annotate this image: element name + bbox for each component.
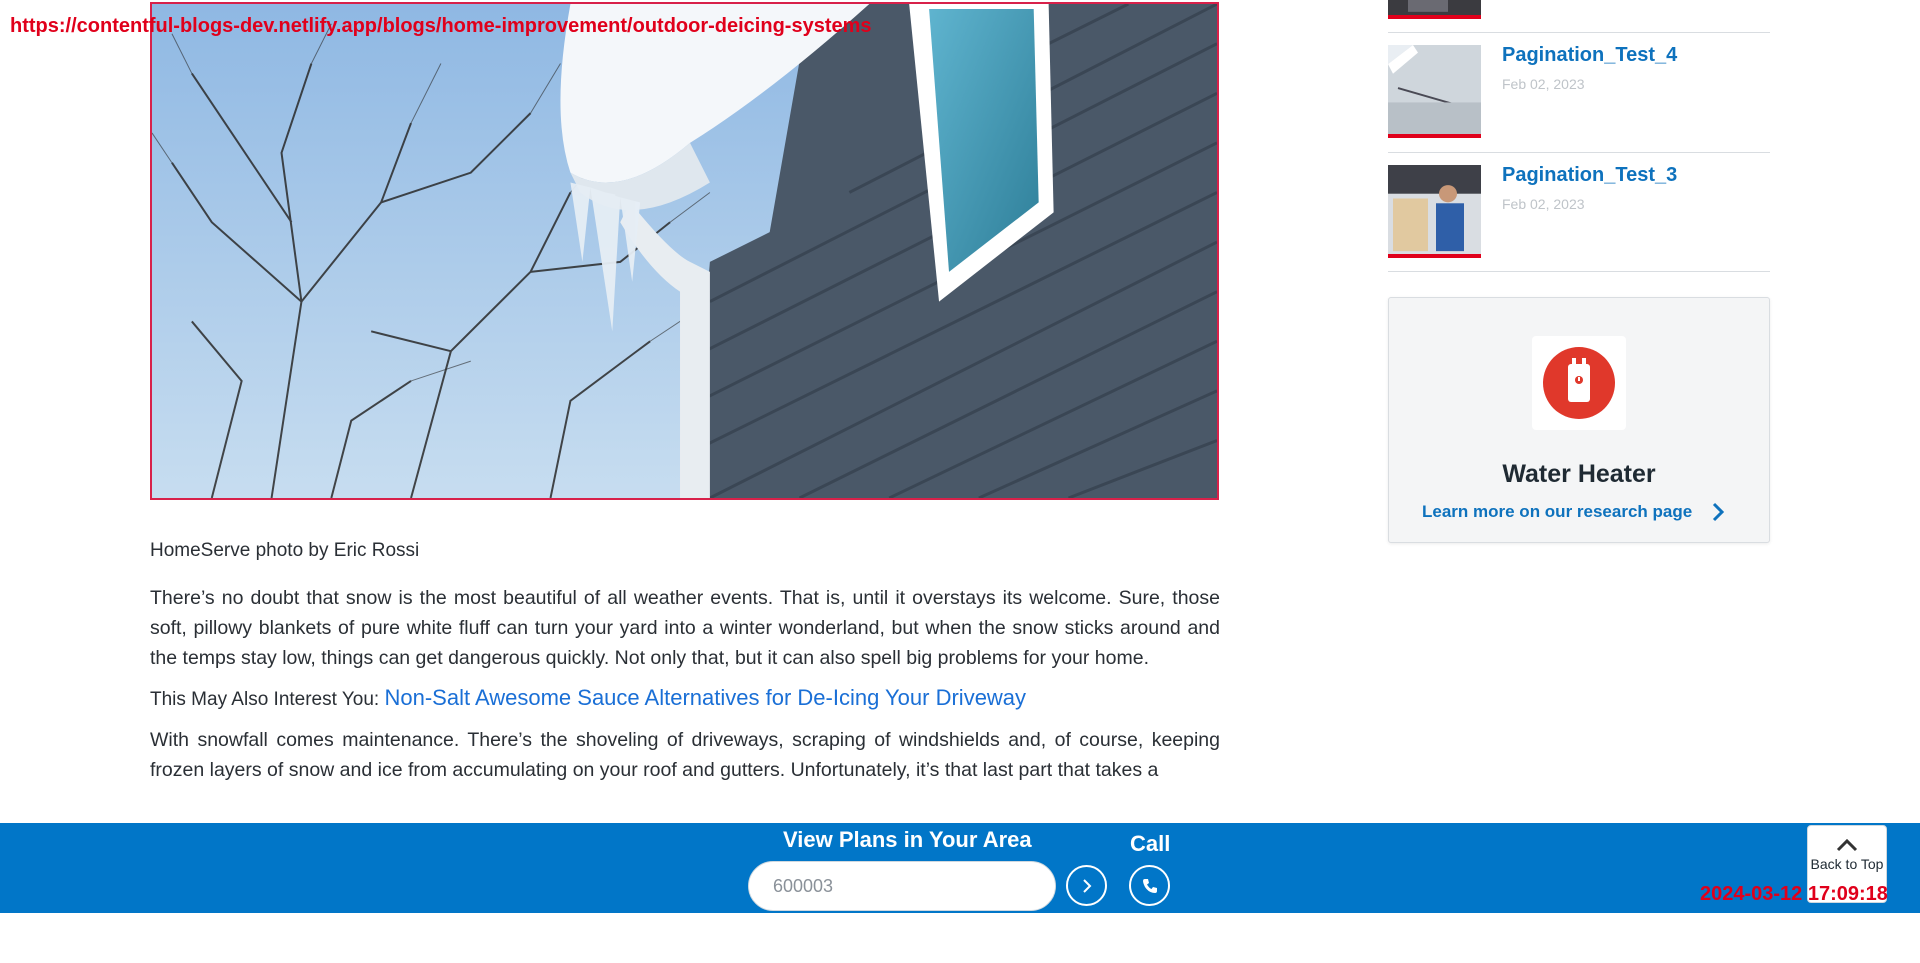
post-title[interactable]: Pagination_Test_3	[1502, 164, 1677, 187]
promo-title: Water Heater	[1502, 460, 1656, 488]
post-thumbnail[interactable]	[1388, 165, 1481, 258]
related-label: This May Also Interest You:	[150, 689, 380, 710]
submit-zip-button[interactable]	[1066, 865, 1107, 906]
post-date: Feb 02, 2023	[1502, 76, 1585, 92]
post-date: Feb 02, 2023	[1502, 196, 1585, 212]
phone-icon	[1142, 878, 1157, 893]
chevron-up-icon	[1836, 838, 1858, 852]
related-link[interactable]: Non-Salt Awesome Sauce Alternatives for …	[384, 685, 1026, 710]
post-title[interactable]: Pagination_Test_4	[1502, 44, 1677, 67]
article-paragraph: There’s no doubt that snow is the most b…	[150, 587, 1220, 669]
research-page-link[interactable]: Learn more on our research page	[1422, 502, 1692, 522]
post-thumbnail[interactable]	[1388, 0, 1481, 19]
photo-caption: HomeServe photo by Eric Rossi	[150, 540, 420, 561]
sidebar-post[interactable]	[1388, 0, 1770, 33]
article-paragraph: With snowfall comes maintenance. There’s…	[150, 729, 1220, 781]
sidebar-post[interactable]: Pagination_Test_3 Feb 02, 2023	[1388, 152, 1770, 272]
plans-heading: View Plans in Your Area	[783, 827, 1032, 852]
chevron-right-icon[interactable]	[1707, 501, 1729, 523]
hero-image	[150, 2, 1219, 500]
related-article: This May Also Interest You: Non-Salt Awe…	[150, 685, 1220, 711]
sidebar-post[interactable]: Pagination_Test_4 Feb 02, 2023	[1388, 32, 1770, 153]
chevron-right-icon	[1082, 878, 1091, 893]
article-body: HomeServe photo by Eric Rossi There’s no…	[150, 540, 1220, 797]
back-to-top-label: Back to Top	[1810, 856, 1884, 872]
water-heater-card[interactable]: Water Heater Learn more on our research …	[1388, 297, 1770, 543]
water-heater-icon	[1532, 336, 1626, 430]
url-overlay: https://contentful-blogs-dev.netlify.app…	[10, 15, 872, 37]
post-thumbnail[interactable]	[1388, 45, 1481, 138]
call-label: Call	[1130, 831, 1171, 856]
zip-input[interactable]	[748, 861, 1056, 911]
call-button[interactable]	[1129, 865, 1170, 906]
timestamp-overlay: 2024-03-12 17:09:18	[1700, 883, 1888, 905]
plans-bar: View Plans in Your Area Call Back to Top	[0, 823, 1920, 913]
